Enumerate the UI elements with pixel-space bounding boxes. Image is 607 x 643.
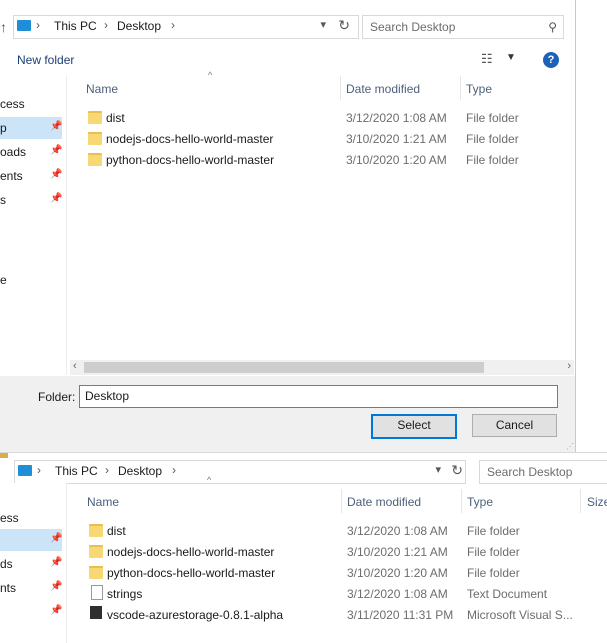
resize-grip-icon[interactable]: ⋰ bbox=[566, 442, 574, 451]
pin-icon[interactable]: 📌 bbox=[50, 145, 62, 156]
address-bar[interactable]: › This PC › Desktop › ▾ ↻ bbox=[14, 460, 466, 484]
chevron-right-icon[interactable]: › bbox=[172, 463, 176, 477]
folder-input[interactable]: Desktop bbox=[79, 385, 558, 408]
breadcrumb-this-pc[interactable]: This PC bbox=[54, 19, 97, 33]
pin-icon[interactable]: 📌 bbox=[50, 605, 62, 616]
select-folder-dialog: ↑ › This PC › Desktop › ▾ ↻ Search Deskt… bbox=[0, 0, 576, 452]
folder-icon bbox=[88, 132, 102, 145]
help-icon[interactable]: ? bbox=[543, 52, 559, 68]
pin-icon[interactable]: 📌 bbox=[50, 169, 62, 180]
column-date-modified[interactable]: Date modified bbox=[346, 82, 420, 96]
select-button[interactable]: Select bbox=[371, 414, 457, 439]
nav-item-desktop[interactable]: 📌 bbox=[0, 529, 62, 551]
breadcrumb-this-pc[interactable]: This PC bbox=[55, 464, 98, 478]
folder-icon bbox=[89, 524, 103, 537]
pin-icon[interactable]: 📌 bbox=[50, 533, 62, 544]
list-item[interactable]: nodejs-docs-hello-world-master 3/10/2020… bbox=[87, 542, 602, 562]
refresh-icon[interactable]: ↻ bbox=[451, 462, 463, 479]
folder-icon bbox=[88, 111, 102, 124]
pin-icon[interactable]: 📌 bbox=[50, 121, 62, 132]
chevron-right-icon[interactable]: › bbox=[171, 18, 175, 32]
navigation-pane: cess p 📌 oads 📌 ents 📌 s 📌 e bbox=[0, 75, 67, 375]
nav-item-other[interactable]: e bbox=[0, 269, 62, 291]
nav-item-pictures[interactable]: s 📌 bbox=[0, 189, 62, 211]
column-type[interactable]: Type bbox=[467, 495, 493, 509]
nav-item-quick-access[interactable]: ess bbox=[0, 507, 62, 529]
cancel-button[interactable]: Cancel bbox=[472, 414, 557, 437]
folder-icon bbox=[89, 545, 103, 558]
nav-item-quick-access[interactable]: cess bbox=[0, 93, 62, 115]
search-box[interactable]: Search Desktop ⚲ bbox=[362, 15, 564, 39]
list-item[interactable]: dist 3/12/2020 1:08 AM File folder bbox=[87, 521, 602, 541]
refresh-icon[interactable]: ↻ bbox=[338, 17, 350, 34]
pin-icon[interactable]: 📌 bbox=[50, 557, 62, 568]
list-item[interactable]: python-docs-hello-world-master 3/10/2020… bbox=[87, 563, 602, 583]
chevron-right-icon[interactable]: › bbox=[104, 18, 108, 32]
chevron-down-icon[interactable]: ▼ bbox=[506, 52, 516, 63]
column-divider[interactable] bbox=[340, 76, 341, 100]
list-item[interactable]: strings 3/12/2020 1:08 AM Text Document bbox=[87, 584, 602, 604]
scrollbar-thumb[interactable] bbox=[84, 362, 484, 373]
chevron-down-icon[interactable]: ▾ bbox=[320, 18, 326, 31]
sort-up-icon: ^ bbox=[208, 70, 213, 80]
pin-icon[interactable]: 📌 bbox=[50, 581, 62, 592]
nav-item-downloads[interactable]: ds 📌 bbox=[0, 553, 62, 575]
file-explorer-window: › This PC › Desktop › ▾ ↻ Search Desktop… bbox=[0, 452, 607, 643]
column-divider[interactable] bbox=[460, 76, 461, 100]
nav-item-desktop[interactable]: p 📌 bbox=[0, 117, 62, 139]
dialog-top-edge bbox=[0, 0, 575, 8]
column-name[interactable]: Name bbox=[86, 82, 118, 96]
column-date-modified[interactable]: Date modified bbox=[347, 495, 421, 509]
list-item[interactable]: vscode-azurestorage-0.8.1-alpha 3/11/202… bbox=[87, 605, 602, 625]
list-item[interactable]: nodejs-docs-hello-world-master 3/10/2020… bbox=[86, 129, 556, 149]
this-pc-icon bbox=[18, 465, 32, 476]
chevron-right-icon[interactable]: › bbox=[37, 463, 41, 477]
column-divider[interactable] bbox=[341, 489, 342, 513]
search-icon[interactable]: ⚲ bbox=[548, 20, 557, 34]
search-box[interactable]: Search Desktop bbox=[479, 460, 607, 484]
pin-icon[interactable]: 📌 bbox=[50, 193, 62, 204]
sort-up-icon: ^ bbox=[207, 475, 212, 485]
chevron-right-icon[interactable]: › bbox=[105, 463, 109, 477]
search-placeholder: Search Desktop bbox=[370, 20, 456, 34]
nav-item-pictures[interactable]: 📌 bbox=[0, 601, 62, 623]
chevron-down-icon[interactable]: ▾ bbox=[435, 463, 441, 476]
column-type[interactable]: Type bbox=[466, 82, 492, 96]
view-list-icon[interactable]: ☷ bbox=[481, 51, 493, 67]
folder-label: Folder: bbox=[38, 390, 76, 404]
scroll-left-icon[interactable]: ‹ bbox=[73, 360, 77, 372]
column-divider[interactable] bbox=[461, 489, 462, 513]
nav-item-downloads[interactable]: oads 📌 bbox=[0, 141, 62, 163]
nav-item-documents[interactable]: nts 📌 bbox=[0, 577, 62, 599]
column-name[interactable]: Name bbox=[87, 495, 119, 509]
vscode-package-icon bbox=[90, 606, 102, 619]
new-folder-button[interactable]: New folder bbox=[17, 53, 74, 67]
column-size[interactable]: Size bbox=[587, 495, 607, 509]
up-arrow-icon[interactable]: ↑ bbox=[0, 19, 7, 35]
text-document-icon bbox=[91, 585, 103, 600]
folder-icon bbox=[89, 566, 103, 579]
address-bar[interactable]: › This PC › Desktop › ▾ ↻ bbox=[13, 15, 359, 39]
nav-item-documents[interactable]: ents 📌 bbox=[0, 165, 62, 187]
navigation-pane: ess 📌 ds 📌 nts 📌 📌 bbox=[0, 483, 67, 643]
list-item[interactable]: python-docs-hello-world-master 3/10/2020… bbox=[86, 150, 556, 170]
folder-icon bbox=[88, 153, 102, 166]
chevron-right-icon[interactable]: › bbox=[36, 18, 40, 32]
horizontal-scrollbar[interactable]: ‹ › bbox=[70, 360, 574, 375]
breadcrumb-desktop[interactable]: Desktop bbox=[117, 19, 161, 33]
window-edge bbox=[0, 453, 8, 458]
this-pc-icon bbox=[17, 20, 31, 31]
list-item[interactable]: dist 3/12/2020 1:08 AM File folder bbox=[86, 108, 556, 128]
column-divider[interactable] bbox=[580, 489, 581, 513]
breadcrumb-desktop[interactable]: Desktop bbox=[118, 464, 162, 478]
scroll-right-icon[interactable]: › bbox=[567, 360, 571, 372]
